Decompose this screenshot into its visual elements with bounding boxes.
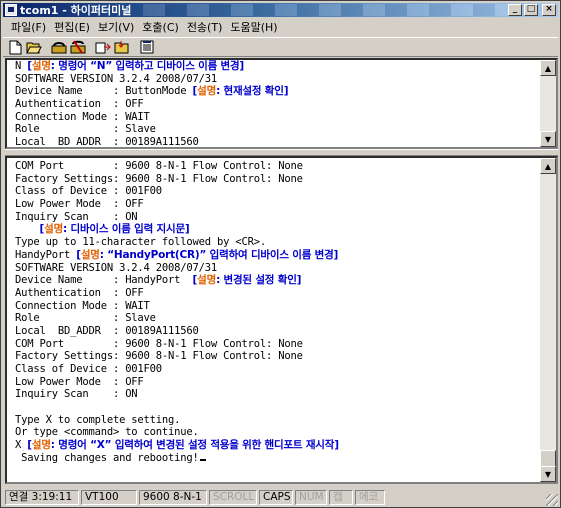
app-icon[interactable] bbox=[5, 4, 17, 16]
minimize-button[interactable]: _ bbox=[508, 4, 522, 16]
terminal-line: Type X to complete setting. bbox=[15, 413, 181, 426]
terminal-line: Type up to 11-character followed by <CR>… bbox=[15, 236, 266, 249]
terminal-line: [설명: 디바이스 이름 입력 지시문] bbox=[39, 223, 190, 236]
scroll-up-arrow-icon[interactable]: ▲ bbox=[540, 158, 556, 174]
title-bar[interactable]: tcom1 - 하이퍼터미널 _ □ × bbox=[3, 3, 558, 17]
new-icon[interactable] bbox=[6, 39, 24, 56]
properties-icon[interactable] bbox=[138, 39, 156, 56]
terminal-line: Device Name : HandyPort [설명: 변경된 설정 확인] bbox=[15, 274, 302, 287]
terminal-scrollback-pane[interactable]: N [설명: 명령어 “N” 입력하고 디바이스 이름 변경] SOFTWARE… bbox=[5, 58, 558, 149]
menu-edit[interactable]: 편집(E) bbox=[50, 19, 94, 35]
terminal-line: Local BD_ADDR : 00189A111560 bbox=[15, 324, 199, 337]
window-title: tcom1 - 하이퍼터미널 bbox=[20, 4, 132, 17]
terminal-line: X [설명: 명령어 “X” 입력하여 변경된 설정 적용을 위한 핸디포트 재… bbox=[15, 439, 339, 452]
terminal-line: Role : Slave bbox=[15, 123, 156, 136]
scrollback-text: N [설명: 명령어 “N” 입력하고 디바이스 이름 변경] SOFTWARE… bbox=[15, 60, 538, 149]
terminal-line: Low Power Mode : OFF bbox=[15, 198, 144, 211]
toolbar bbox=[3, 37, 558, 57]
terminal-line: Saving changes and rebooting! bbox=[15, 452, 538, 465]
terminal-line: N [설명: 명령어 “N” 입력하고 디바이스 이름 변경] bbox=[15, 60, 245, 72]
scroll-down-arrow-icon[interactable]: ▼ bbox=[540, 466, 556, 482]
terminal-line: Local BD_ADDR : 00189A111560 bbox=[15, 136, 199, 149]
scroll-down-arrow-icon[interactable]: ▼ bbox=[540, 131, 556, 147]
menu-file[interactable]: 파일(F) bbox=[7, 19, 50, 35]
terminal-line: Device Name : ButtonMode [설명: 현재설정 확인] bbox=[15, 85, 289, 98]
status-bar: 연결 3:19:11 VT100 9600 8-N-1 SCROLL CAPS … bbox=[3, 488, 558, 506]
hyperterminal-window: tcom1 - 하이퍼터미널 _ □ × 파일(F) 편집(E) 보기(V) 호… bbox=[0, 0, 561, 508]
status-port-settings: 9600 8-N-1 bbox=[139, 489, 207, 505]
terminal-line: COM Port : 9600 8-N-1 Flow Control: None bbox=[15, 337, 303, 350]
call-icon[interactable] bbox=[50, 39, 68, 56]
terminal-line: Low Power Mode : OFF bbox=[15, 375, 144, 388]
terminal-line: Role : Slave bbox=[15, 312, 156, 325]
menu-call[interactable]: 호출(C) bbox=[138, 19, 183, 35]
status-num: NUM bbox=[295, 489, 327, 505]
maximize-button[interactable]: □ bbox=[524, 4, 538, 16]
open-icon[interactable] bbox=[25, 39, 43, 56]
status-connected-time: 연결 3:19:11 bbox=[5, 489, 79, 505]
menu-transfer[interactable]: 전송(T) bbox=[183, 19, 227, 35]
terminal-line: Class of Device : 001F00 bbox=[15, 185, 162, 198]
terminal-line: SOFTWARE VERSION 3.2.4 2008/07/31 bbox=[15, 261, 218, 274]
pane-splitter[interactable] bbox=[5, 149, 558, 156]
send-icon[interactable] bbox=[94, 39, 112, 56]
scroll-up-arrow-icon[interactable]: ▲ bbox=[540, 60, 556, 76]
terminal-line: Factory Settings: 9600 8-N-1 Flow Contro… bbox=[15, 172, 303, 185]
terminal-scrollbar[interactable]: ▲ ▼ bbox=[540, 158, 556, 482]
terminal-line: Connection Mode : WAIT bbox=[15, 110, 150, 123]
menu-help[interactable]: 도움말(H) bbox=[226, 19, 281, 35]
menu-view[interactable]: 보기(V) bbox=[94, 19, 138, 35]
status-scroll: SCROLL bbox=[209, 489, 257, 505]
terminal-line: Inquiry Scan : ON bbox=[15, 388, 138, 401]
terminal-line: Inquiry Scan : ON bbox=[15, 210, 138, 223]
terminal-line: Or type <command> to continue. bbox=[15, 426, 199, 439]
terminal-line: Connection Mode : WAIT bbox=[15, 299, 150, 312]
terminal-line: HandyPort [설명: “HandyPort(CR)” 입력하여 디바이스… bbox=[15, 248, 339, 261]
receive-icon[interactable] bbox=[113, 39, 131, 56]
status-emulation: VT100 bbox=[81, 489, 137, 505]
close-button[interactable]: × bbox=[542, 4, 556, 16]
terminal-line: Authentication : OFF bbox=[15, 98, 144, 111]
terminal-line: COM Port : 9600 8-N-1 Flow Control: None bbox=[15, 160, 303, 172]
terminal-line: Authentication : OFF bbox=[15, 286, 144, 299]
title-bar-fill bbox=[143, 4, 508, 16]
terminal-line: Class of Device : 001F00 bbox=[15, 363, 162, 375]
text-cursor bbox=[199, 458, 206, 461]
terminal-pane[interactable]: COM Port : 9600 8-N-1 Flow Control: None… bbox=[5, 156, 558, 484]
status-caps: CAPS bbox=[259, 489, 293, 505]
status-capture: 캡 bbox=[329, 489, 353, 505]
disconnect-icon[interactable] bbox=[69, 39, 87, 56]
terminal-text: COM Port : 9600 8-N-1 Flow Control: None… bbox=[15, 160, 538, 465]
resize-grip-icon[interactable] bbox=[546, 494, 558, 506]
menu-bar: 파일(F) 편집(E) 보기(V) 호출(C) 전송(T) 도움말(H) bbox=[3, 18, 558, 36]
status-echo: 에코 bbox=[355, 489, 385, 505]
terminal-line: SOFTWARE VERSION 3.2.4 2008/07/31 bbox=[15, 72, 218, 85]
terminal-line: Factory Settings: 9600 8-N-1 Flow Contro… bbox=[15, 350, 303, 363]
top-scrollbar[interactable]: ▲ ▼ bbox=[540, 60, 556, 147]
